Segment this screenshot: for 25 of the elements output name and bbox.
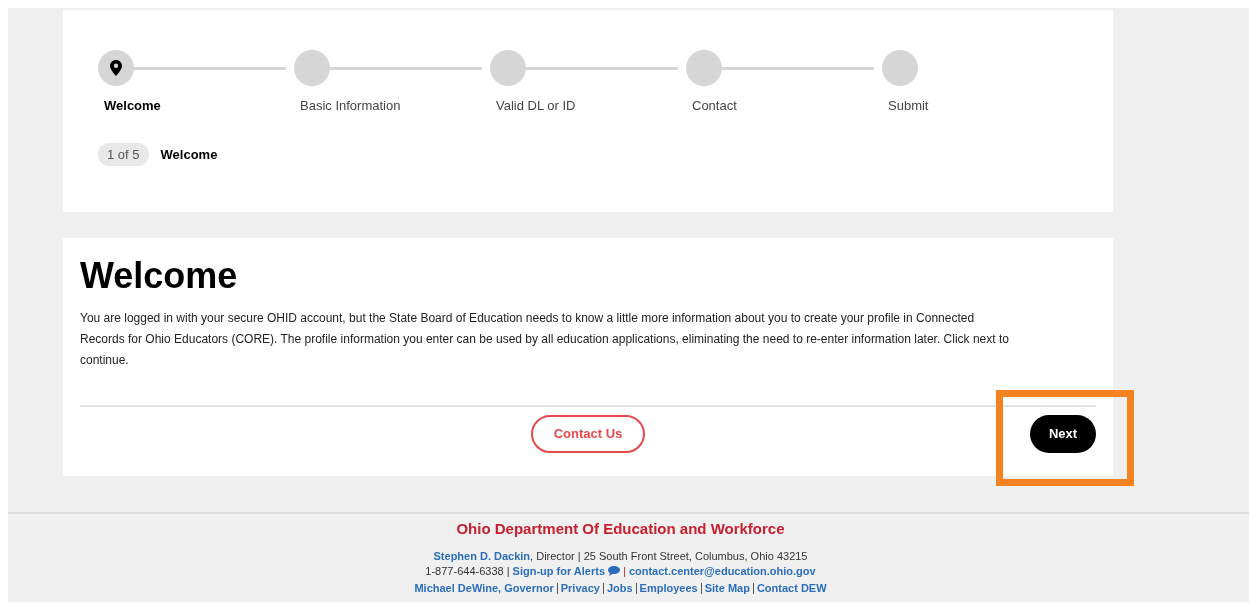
footer-link[interactable]: Michael DeWine, Governor <box>414 580 554 596</box>
step-count-badge: 1 of 5 <box>98 142 149 166</box>
footer-link[interactable]: Jobs <box>606 580 633 596</box>
contact-us-button[interactable]: Contact Us <box>531 415 645 453</box>
footer-link[interactable]: Site Map <box>704 580 750 596</box>
chat-bubble-icon <box>608 566 621 576</box>
alerts-link[interactable]: Sign-up for Alerts <box>512 563 606 579</box>
step-label: Welcome <box>104 97 162 115</box>
address-text: Stephen D. Dackin, Director | 25 South Front Street, Columbus, Ohio 43215 <box>433 548 808 564</box>
footer-link[interactable]: Employees <box>639 580 698 596</box>
footer-link[interactable]: Contact DEW <box>756 580 827 596</box>
next-button[interactable]: Next <box>1030 415 1096 453</box>
map-pin-icon <box>110 60 122 76</box>
separator: | <box>623 563 626 579</box>
email-link[interactable]: contact.center@education.ohio.gov <box>628 563 816 579</box>
page-heading: Welcome <box>80 256 239 296</box>
footer-link[interactable]: Privacy <box>560 580 600 596</box>
step-label: Valid DL or ID <box>496 97 577 115</box>
phone-text: 1-877-644-6338 | <box>425 563 510 579</box>
step-label: Contact <box>692 97 738 115</box>
step-label: Submit <box>888 97 930 115</box>
current-step-title: Welcome <box>160 145 218 164</box>
welcome-paragraph: You are logged in with your secure OHID account, but the State Board of Education needs to know a little more information about you to create your profile in Connected Records for Ohio Educators (CORE). The profile information you enter can be used by all education applications, eliminating the need to re-enter information later. Click next to continue. <box>80 310 1010 369</box>
step-label: Basic Information <box>300 97 402 115</box>
footer-title: Ohio Department Of Education and Workforce <box>456 519 785 539</box>
